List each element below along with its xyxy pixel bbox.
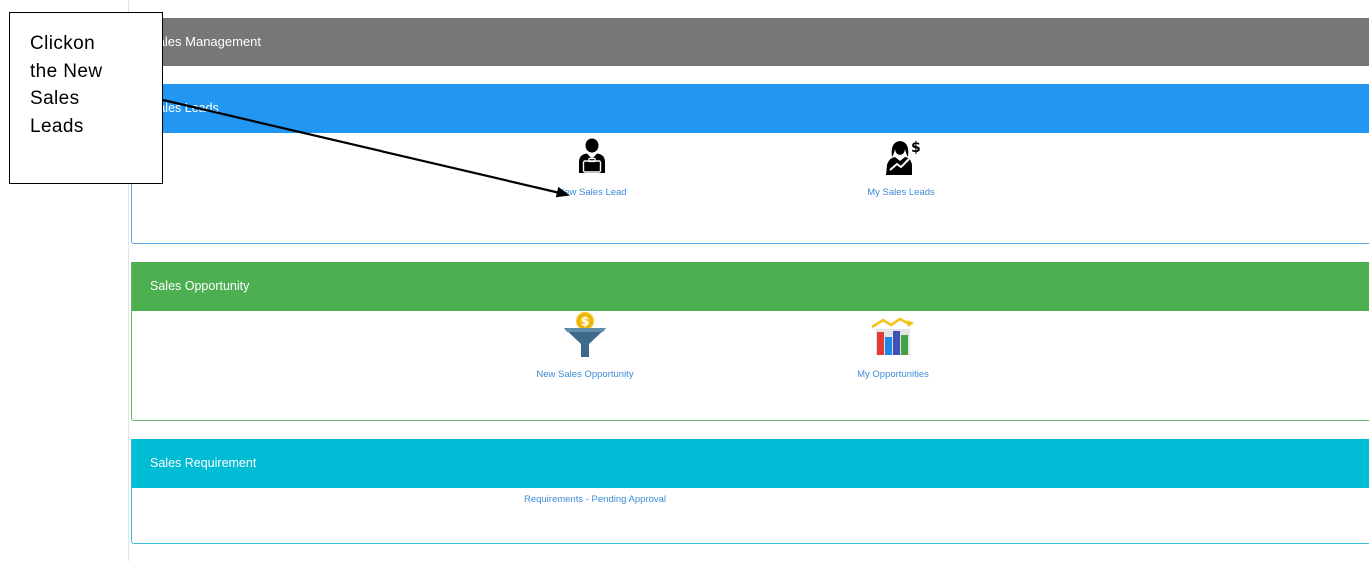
woman-with-dollar-chart-icon: $ [886,140,921,175]
sales-opportunity-panel: Sales Opportunity $ New Sales Opportunit… [131,262,1369,421]
sales-management-header: Sales Management [131,18,1369,66]
bar-chart-trend-icon [871,317,914,355]
svg-text:$: $ [911,140,921,156]
requirements-pending-approval-tile[interactable]: Requirements - Pending Approval [495,494,695,505]
sales-requirement-title: Sales Requirement [150,456,257,470]
dollar-funnel-icon: $ [564,312,606,357]
my-opportunities-link[interactable]: My Opportunities [813,369,973,380]
my-opportunities-tile[interactable]: My Opportunities [813,315,973,380]
svg-text:$: $ [581,315,589,329]
sales-opportunity-header: Sales Opportunity [132,262,1369,311]
page-title: Sales Management [149,34,262,49]
salesman-with-briefcase-icon [579,138,605,173]
requirements-pending-approval-link[interactable]: Requirements - Pending Approval [495,494,695,505]
main-content: Sales Management Sales Leads New Sales L… [128,0,1369,561]
my-sales-leads-link[interactable]: My Sales Leads [821,187,981,198]
new-sales-lead-link[interactable]: New Sales Lead [512,187,672,198]
new-sales-opportunity-link[interactable]: New Sales Opportunity [505,369,665,380]
my-sales-leads-tile[interactable]: $ My Sales Leads [821,137,981,198]
sales-leads-panel: Sales Leads New Sales Lead $ My Sales Le… [131,84,1369,244]
sales-requirement-panel: Sales Requirement Requirements - Pending… [131,439,1369,544]
annotation-callout: Clickon the New Sales Leads [9,12,163,184]
new-sales-opportunity-tile[interactable]: $ New Sales Opportunity [505,311,665,380]
sales-opportunity-title: Sales Opportunity [150,279,250,293]
new-sales-lead-tile[interactable]: New Sales Lead [512,137,672,198]
sales-requirement-header: Sales Requirement [132,439,1369,488]
sales-leads-header: Sales Leads [132,84,1369,133]
